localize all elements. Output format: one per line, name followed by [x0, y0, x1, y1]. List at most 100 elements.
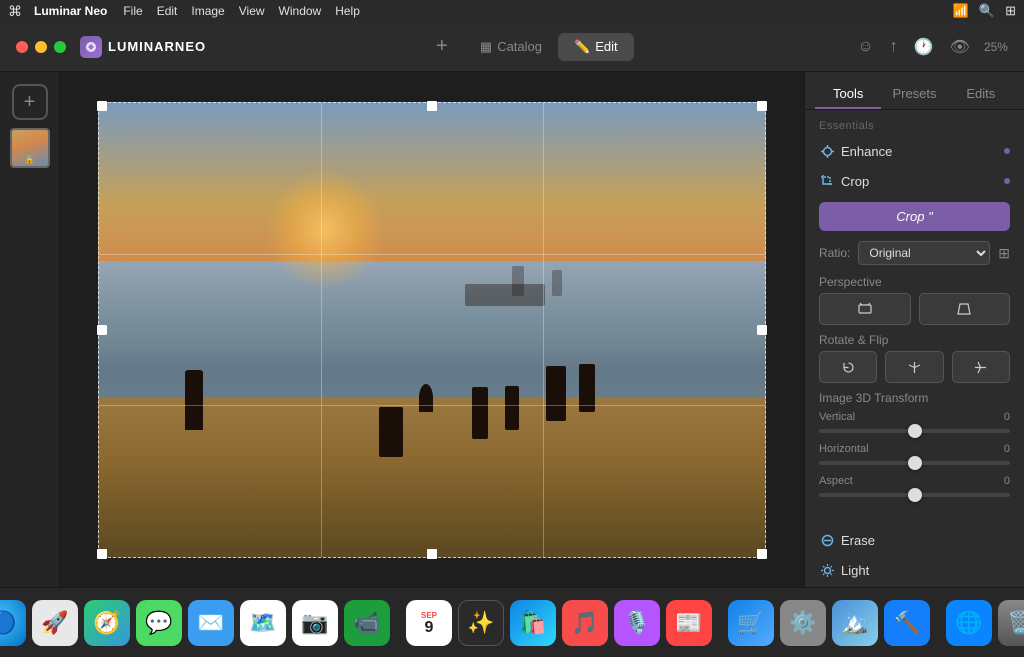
aspect-slider-track[interactable]	[819, 493, 1010, 497]
panel-tabs: Tools Presets Edits	[805, 72, 1024, 110]
dock: 🔵 🚀 🧭 💬 ✉️ 🗺️ 📷 📹 SEP 9 ✨ 🛍️ 🎵 🎙️ 📰 🛒 ⚙️…	[0, 587, 1024, 657]
add-photo-button[interactable]: +	[428, 33, 456, 61]
dock-facetime[interactable]: 📹	[344, 600, 390, 646]
crop-expanded-panel: Crop " Ratio: Original ⊞ Perspective	[805, 196, 1024, 513]
structure-tool-item[interactable]: Structure	[805, 585, 1024, 587]
dock-browser[interactable]: 🌐	[946, 600, 992, 646]
traffic-lights	[16, 41, 66, 53]
catalog-tab[interactable]: ▦ Catalog	[464, 33, 558, 61]
export-btn[interactable]: ↑	[888, 36, 900, 58]
clock-btn[interactable]: 🕐	[912, 35, 936, 59]
aspect-slider-thumb[interactable]	[908, 488, 922, 502]
dock-calendar[interactable]: SEP 9	[406, 600, 452, 646]
app-logo	[80, 36, 102, 58]
light-icon	[819, 562, 835, 578]
edit-icon: ✏️	[574, 39, 590, 55]
horizontal-slider-track[interactable]	[819, 461, 1010, 465]
dock-photos[interactable]: 📷	[292, 600, 338, 646]
dock-music[interactable]: 🎵	[562, 600, 608, 646]
flip-h-button[interactable]	[885, 351, 943, 383]
light-tool-item[interactable]: Light	[805, 555, 1024, 585]
dock-luminar[interactable]: ✨	[458, 600, 504, 646]
erase-label: Erase	[841, 533, 1010, 548]
flip-v-button[interactable]	[952, 351, 1010, 383]
person-silhouette	[505, 386, 519, 430]
rotate-buttons	[805, 351, 1024, 383]
perspective-btn-1[interactable]	[819, 293, 911, 325]
dock-maps[interactable]: 🗺️	[240, 600, 286, 646]
tab-edits[interactable]: Edits	[948, 80, 1014, 109]
person-silhouette	[472, 387, 488, 439]
enhance-icon	[819, 143, 835, 159]
tab-tools[interactable]: Tools	[815, 80, 881, 109]
vertical-slider-track[interactable]	[819, 429, 1010, 433]
grid-icon: ▦	[480, 39, 492, 55]
close-button[interactable]	[16, 41, 28, 53]
crop-dot	[1004, 178, 1010, 184]
dock-podcast[interactable]: 🎙️	[614, 600, 660, 646]
enhance-dot	[1004, 148, 1010, 154]
edit-tab[interactable]: ✏️ Edit	[558, 33, 634, 61]
dock-news[interactable]: 📰	[666, 600, 712, 646]
menu-help[interactable]: Help	[335, 4, 360, 18]
apple-menu[interactable]: ⌘	[8, 3, 22, 20]
aspect-slider-row: Aspect 0	[805, 473, 1024, 505]
app-brand: LUMINARNEO	[80, 36, 206, 58]
dock-systemprefs[interactable]: ⚙️	[780, 600, 826, 646]
essentials-label: Essentials	[805, 110, 1024, 136]
dock-xcode[interactable]: 🔨	[884, 600, 930, 646]
sun	[265, 170, 385, 290]
menu-view[interactable]: View	[239, 4, 265, 18]
image-3d-label: Image 3D Transform	[805, 383, 1024, 409]
control-center-icon[interactable]: ⊞	[1005, 3, 1016, 19]
face-btn[interactable]: ☺	[855, 36, 875, 58]
dock-safari[interactable]: 🧭	[84, 600, 130, 646]
crop-tool-item[interactable]: Crop	[805, 166, 1024, 196]
zoom-level: 25%	[984, 40, 1008, 54]
dock-finder[interactable]: 🔵	[0, 600, 26, 646]
menubar: ⌘ Luminar Neo File Edit Image View Windo…	[0, 0, 1024, 22]
person-silhouette	[579, 364, 595, 412]
menu-window[interactable]: Window	[279, 4, 322, 18]
tab-presets[interactable]: Presets	[881, 80, 947, 109]
dock-mountain[interactable]: 🏔️	[832, 600, 878, 646]
eye-btn[interactable]: 👁	[948, 35, 972, 59]
aspect-slider-label: Aspect 0	[819, 475, 1010, 487]
perspective-btn-2[interactable]	[919, 293, 1011, 325]
maximize-button[interactable]	[54, 41, 66, 53]
perspective-buttons	[805, 293, 1024, 325]
menu-image[interactable]: Image	[191, 4, 224, 18]
rotate-flip-label: Rotate & Flip	[805, 325, 1024, 351]
titlebar-center: + ▦ Catalog ✏️ Edit	[428, 33, 634, 61]
dock-messages[interactable]: 💬	[136, 600, 182, 646]
app-name[interactable]: Luminar Neo	[34, 4, 107, 18]
perspective-label: Perspective	[805, 269, 1024, 293]
dock-trash[interactable]: 🗑️	[998, 600, 1024, 646]
photo-container	[98, 102, 766, 558]
search-icon[interactable]: 🔍	[979, 3, 995, 19]
buildings	[465, 284, 545, 306]
erase-tool-item[interactable]: Erase	[805, 525, 1024, 555]
vertical-slider-thumb[interactable]	[908, 424, 922, 438]
person-silhouette	[379, 407, 403, 457]
light-label: Light	[841, 563, 1010, 578]
horizontal-slider-thumb[interactable]	[908, 456, 922, 470]
dock-appstore[interactable]: 🛍️	[510, 600, 556, 646]
rotate-ccw-button[interactable]	[819, 351, 877, 383]
minimize-button[interactable]	[35, 41, 47, 53]
dock-launchpad[interactable]: 🚀	[32, 600, 78, 646]
lock-icon: 🔒	[25, 155, 35, 164]
menu-file[interactable]: File	[123, 4, 142, 18]
canvas-area[interactable]	[60, 72, 804, 587]
dock-mail[interactable]: ✉️	[188, 600, 234, 646]
dock-appstore2[interactable]: 🛒	[728, 600, 774, 646]
menu-edit[interactable]: Edit	[157, 4, 178, 18]
enhance-tool-item[interactable]: Enhance	[805, 136, 1024, 166]
ratio-aspect-icon[interactable]: ⊞	[998, 245, 1010, 262]
ratio-select[interactable]: Original	[858, 241, 990, 265]
thumbnail-item[interactable]: 🔒	[10, 128, 50, 168]
add-image-button[interactable]: +	[12, 84, 48, 120]
crop-active-button[interactable]: Crop "	[819, 202, 1010, 231]
building-tall	[552, 270, 562, 296]
horizontal-slider-label: Horizontal 0	[819, 443, 1010, 455]
